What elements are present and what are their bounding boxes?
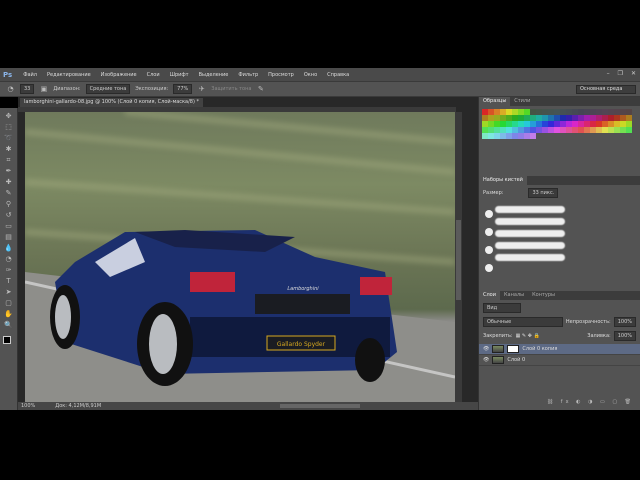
shape-tool-icon[interactable]: ▢ — [4, 299, 13, 307]
history-brush-icon[interactable]: ↺ — [4, 211, 13, 219]
gradient-icon[interactable]: ▤ — [4, 233, 13, 241]
range-select[interactable]: Средние тона — [85, 84, 131, 94]
layer-actions[interactable]: ⛓ fx ◐ ◑ ▭ ▢ 🗑 — [547, 399, 634, 405]
path-select-icon[interactable]: ➤ — [4, 288, 13, 296]
layer-filter-select[interactable]: Вид — [483, 303, 521, 313]
options-bar: ◔ 33 ▣ Диапазон: Средние тона Экспозиция… — [0, 81, 640, 97]
range-label: Диапазон: — [53, 86, 81, 92]
tab-paths[interactable]: Контуры — [528, 291, 559, 300]
menu-window[interactable]: Окно — [299, 72, 322, 78]
canvas-image[interactable]: Gallardo Spyder Lamborghini — [25, 112, 455, 402]
document-tab[interactable]: lamborghini-gallardo-08.jpg @ 100% (Слой… — [20, 98, 204, 107]
layer-name[interactable]: Слой 0 — [507, 357, 525, 363]
blur-tool-icon[interactable]: 💧 — [4, 244, 13, 252]
menu-select[interactable]: Выделение — [194, 72, 234, 78]
eye-icon[interactable]: 👁 — [483, 346, 489, 352]
pen-tool-icon[interactable]: ✑ — [4, 266, 13, 274]
close-button[interactable]: ✕ — [631, 70, 636, 77]
menu-file[interactable]: Файл — [18, 72, 42, 78]
healing-brush-icon[interactable]: ✚ — [4, 178, 13, 186]
license-plate: Gallardo Spyder — [277, 341, 326, 348]
opacity-input[interactable]: 100% — [613, 317, 636, 327]
zoom-tool-icon[interactable]: 🔍 — [4, 321, 13, 329]
brush-presets-tabs: Наборы кистей — [479, 176, 640, 185]
tab-channels[interactable]: Каналы — [500, 291, 528, 300]
tab-brush-presets[interactable]: Наборы кистей — [479, 176, 527, 185]
opacity-label: Непрозрачность: — [565, 319, 611, 325]
layer-row[interactable]: 👁 Слой 0 копия — [479, 344, 640, 355]
layers-tabs: Слои Каналы Контуры — [479, 291, 640, 300]
exposure-label: Экспозиция: — [135, 86, 169, 92]
restore-button[interactable]: ❐ — [618, 70, 623, 77]
photoshop-logo: Ps — [3, 70, 13, 79]
protect-tones-checkbox[interactable]: Защитить тона — [211, 86, 251, 92]
airbrush-icon[interactable]: ✈ — [197, 85, 206, 93]
horizontal-scroll-thumb[interactable] — [280, 404, 360, 408]
pressure-icon[interactable]: ✎ — [256, 85, 265, 93]
dodge-tool-icon[interactable]: ◔ — [6, 85, 15, 93]
lock-icons[interactable]: ▦ ✎ ✥ 🔒 — [516, 333, 540, 339]
menu-image[interactable]: Изображение — [96, 72, 142, 78]
clone-stamp-icon[interactable]: ⚲ — [4, 200, 13, 208]
brush-size-label: Размер: — [483, 190, 504, 196]
layer-thumbnail — [492, 356, 505, 364]
eyedropper-icon[interactable]: ✒ — [4, 167, 13, 175]
eye-icon[interactable]: 👁 — [483, 357, 489, 363]
menu-bar: Ps Файл Редактирование Изображение Слои … — [0, 68, 640, 81]
workspace-select[interactable]: Основная среда — [576, 85, 636, 94]
color-swatches[interactable] — [2, 336, 15, 348]
status-bar: 100% Док: 4,12M/8,91M — [18, 402, 478, 410]
tab-swatches[interactable]: Образцы — [479, 97, 511, 106]
toolbar: ✥ ⬚ ➰ ✱ ⌗ ✒ ✚ ✎ ⚲ ↺ ▭ ▤ 💧 ◔ ✑ T ➤ ▢ ✋ 🔍 — [0, 108, 18, 410]
brush-tool-icon[interactable]: ✎ — [4, 189, 13, 197]
eraser-icon[interactable]: ▭ — [4, 222, 13, 230]
swatches-tabs: Образцы Стили — [479, 97, 640, 106]
lock-label: Закрепить: — [483, 333, 513, 339]
menu-help[interactable]: Справка — [322, 72, 354, 78]
menu-edit[interactable]: Редактирование — [42, 72, 96, 78]
layer-mask-thumbnail[interactable] — [507, 345, 520, 353]
tab-layers[interactable]: Слои — [479, 291, 500, 300]
type-tool-icon[interactable]: T — [4, 277, 13, 285]
fill-label: Заливка: — [587, 333, 611, 339]
menu-view[interactable]: Просмотр — [263, 72, 299, 78]
lasso-tool-icon[interactable]: ➰ — [4, 134, 13, 142]
exposure-input[interactable]: 77% — [173, 84, 193, 94]
doc-size: Док: 4,12M/8,91M — [55, 403, 102, 409]
panel-dock: Образцы Стили Наборы кистей Размер: 33 п… — [478, 97, 640, 410]
brush-preset-picker[interactable]: 33 — [20, 84, 35, 94]
layer-row[interactable]: 👁 Слой 0 — [479, 355, 640, 366]
dodge-tool-icon[interactable]: ◔ — [4, 255, 13, 263]
fill-input[interactable]: 100% — [613, 331, 636, 341]
car-badge: Lamborghini — [287, 286, 319, 292]
quick-select-icon[interactable]: ✱ — [4, 145, 13, 153]
menu-type[interactable]: Шрифт — [165, 72, 194, 78]
vertical-scroll-thumb[interactable] — [456, 220, 461, 300]
marquee-tool-icon[interactable]: ⬚ — [4, 123, 13, 131]
layer-thumbnail — [492, 345, 505, 353]
brush-preset-list[interactable] — [479, 206, 640, 286]
swatch-grid[interactable] — [479, 106, 640, 142]
color-swatch[interactable] — [626, 133, 632, 139]
car-photo: Gallardo Spyder Lamborghini — [25, 112, 455, 402]
crop-tool-icon[interactable]: ⌗ — [4, 156, 13, 164]
minimize-button[interactable]: – — [607, 70, 610, 77]
layer-name[interactable]: Слой 0 копия — [522, 346, 557, 352]
menu-filter[interactable]: Фильтр — [233, 72, 263, 78]
hand-tool-icon[interactable]: ✋ — [4, 310, 13, 318]
menu-layer[interactable]: Слои — [142, 72, 165, 78]
brush-panel-icon[interactable]: ▣ — [39, 85, 48, 93]
move-tool-icon[interactable]: ✥ — [4, 112, 13, 120]
window-controls: – ❐ ✕ — [607, 70, 636, 77]
tab-styles[interactable]: Стили — [510, 97, 534, 106]
zoom-level[interactable]: 100% — [21, 403, 35, 409]
blend-mode-select[interactable]: Обычные — [483, 317, 563, 327]
brush-size-input[interactable]: 33 пикс. — [528, 188, 559, 198]
